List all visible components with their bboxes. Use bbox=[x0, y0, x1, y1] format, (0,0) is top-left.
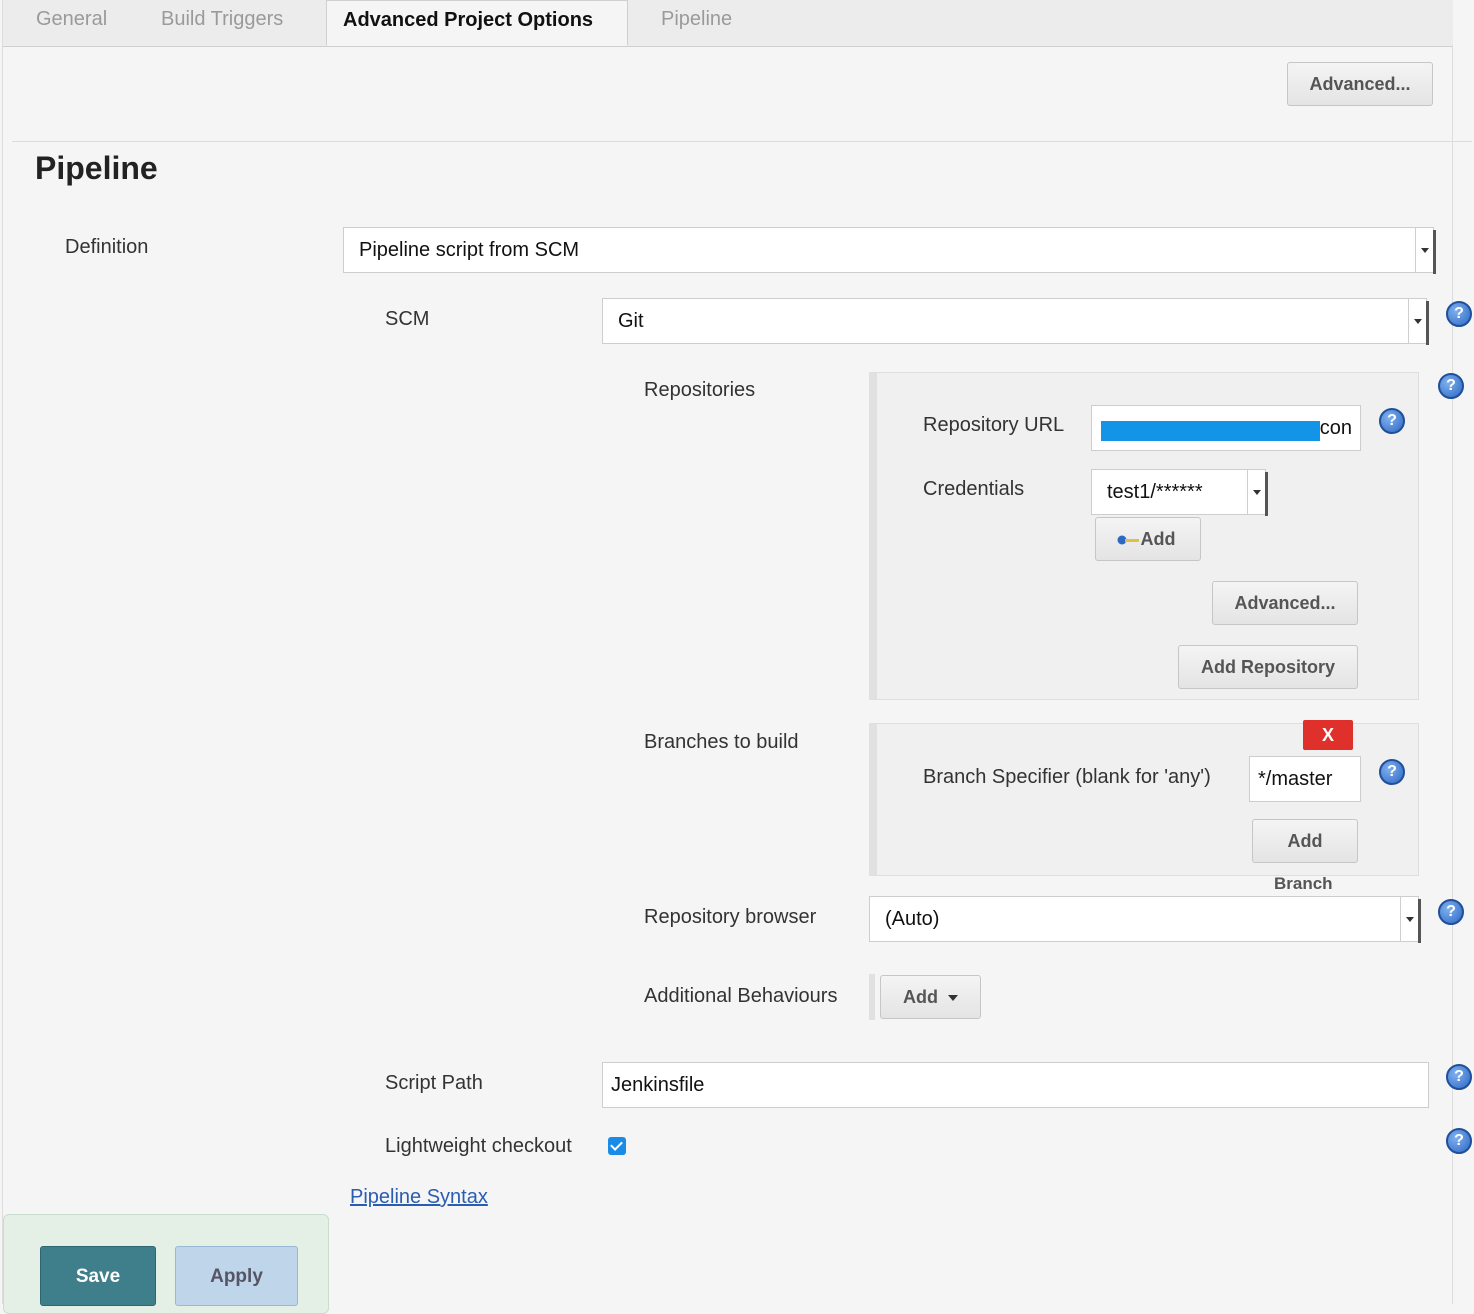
page-left-border bbox=[2, 0, 3, 1304]
branches-label: Branches to build bbox=[644, 731, 799, 753]
apply-button[interactable]: Apply bbox=[175, 1246, 298, 1306]
add-branch-sublabel: Branch bbox=[1274, 874, 1333, 893]
lightweight-checkout-checkbox[interactable] bbox=[608, 1137, 626, 1155]
repositories-label: Repositories bbox=[644, 379, 756, 401]
tab-build-triggers[interactable]: Build Triggers bbox=[161, 0, 283, 46]
scm-select-value: Git bbox=[618, 310, 644, 332]
tab-pipeline[interactable]: Pipeline bbox=[661, 0, 732, 46]
script-path-label: Script Path bbox=[385, 1072, 483, 1094]
repository-url-suffix: con bbox=[1319, 417, 1352, 439]
add-repository-button[interactable]: Add Repository bbox=[1178, 645, 1358, 689]
select-shadow bbox=[1433, 230, 1436, 274]
save-button[interactable]: Save bbox=[40, 1246, 156, 1306]
definition-select[interactable]: Pipeline script from SCM bbox=[343, 227, 1436, 274]
tab-general[interactable]: General bbox=[36, 0, 107, 46]
repository-browser-label: Repository browser bbox=[644, 906, 817, 928]
scm-select[interactable]: Git bbox=[602, 298, 1429, 345]
additional-behaviours-bar bbox=[869, 974, 875, 1020]
chevron-down-icon bbox=[1415, 228, 1433, 272]
definition-select-value: Pipeline script from SCM bbox=[359, 239, 580, 261]
credentials-select[interactable]: test1/****** bbox=[1091, 469, 1268, 516]
branch-specifier-value: */master bbox=[1258, 768, 1333, 790]
branch-specifier-input[interactable]: */master bbox=[1249, 756, 1361, 802]
scm-label: SCM bbox=[385, 308, 430, 330]
page-right-border bbox=[1452, 0, 1453, 1304]
top-advanced-button[interactable]: Advanced... bbox=[1287, 62, 1433, 106]
help-icon[interactable]: ? bbox=[1438, 373, 1464, 399]
branch-specifier-label: Branch Specifier (blank for 'any') bbox=[923, 766, 1211, 788]
help-icon[interactable]: ? bbox=[1446, 1064, 1472, 1090]
lightweight-checkout-label: Lightweight checkout bbox=[385, 1135, 572, 1157]
repository-advanced-button[interactable]: Advanced... bbox=[1212, 581, 1358, 625]
select-shadow bbox=[1265, 472, 1268, 516]
add-credentials-label: Add bbox=[1140, 529, 1176, 549]
delete-branch-button[interactable]: X bbox=[1303, 720, 1353, 750]
credentials-select-value: test1/****** bbox=[1107, 481, 1203, 503]
add-behaviour-button[interactable]: Add bbox=[880, 975, 981, 1019]
definition-label: Definition bbox=[65, 236, 149, 258]
add-behaviour-label: Add bbox=[903, 987, 938, 1007]
section-title: Pipeline bbox=[35, 150, 158, 186]
select-shadow bbox=[1418, 899, 1421, 943]
credentials-label: Credentials bbox=[923, 478, 1025, 500]
add-credentials-button[interactable]: Add bbox=[1095, 517, 1201, 561]
script-path-value: Jenkinsfile bbox=[611, 1074, 705, 1096]
help-icon[interactable]: ? bbox=[1438, 899, 1464, 925]
script-path-input[interactable]: Jenkinsfile bbox=[602, 1062, 1429, 1108]
chevron-down-icon bbox=[1247, 470, 1265, 514]
section-divider bbox=[12, 141, 1472, 142]
help-icon[interactable]: ? bbox=[1379, 408, 1405, 434]
repository-browser-select[interactable]: (Auto) bbox=[869, 896, 1421, 943]
help-icon[interactable]: ? bbox=[1379, 759, 1405, 785]
tab-bar: General Build Triggers Advanced Project … bbox=[3, 0, 1453, 47]
redaction-bar bbox=[1101, 421, 1320, 441]
add-branch-button[interactable]: Add bbox=[1252, 819, 1358, 863]
pipeline-syntax-link[interactable]: Pipeline Syntax bbox=[350, 1186, 488, 1209]
chevron-down-icon bbox=[1400, 897, 1418, 941]
repository-browser-value: (Auto) bbox=[885, 908, 940, 930]
jenkins-config-page: General Build Triggers Advanced Project … bbox=[0, 0, 1474, 1314]
chevron-down-icon bbox=[1408, 299, 1426, 343]
help-icon[interactable]: ? bbox=[1446, 1128, 1472, 1154]
select-shadow bbox=[1426, 301, 1429, 345]
help-icon[interactable]: ? bbox=[1446, 301, 1472, 327]
repository-url-label: Repository URL bbox=[923, 414, 1065, 436]
chevron-down-icon bbox=[948, 995, 958, 1002]
additional-behaviours-label: Additional Behaviours bbox=[644, 985, 838, 1007]
key-icon bbox=[1117, 535, 1139, 545]
tab-advanced-project-options[interactable]: Advanced Project Options bbox=[326, 0, 628, 46]
